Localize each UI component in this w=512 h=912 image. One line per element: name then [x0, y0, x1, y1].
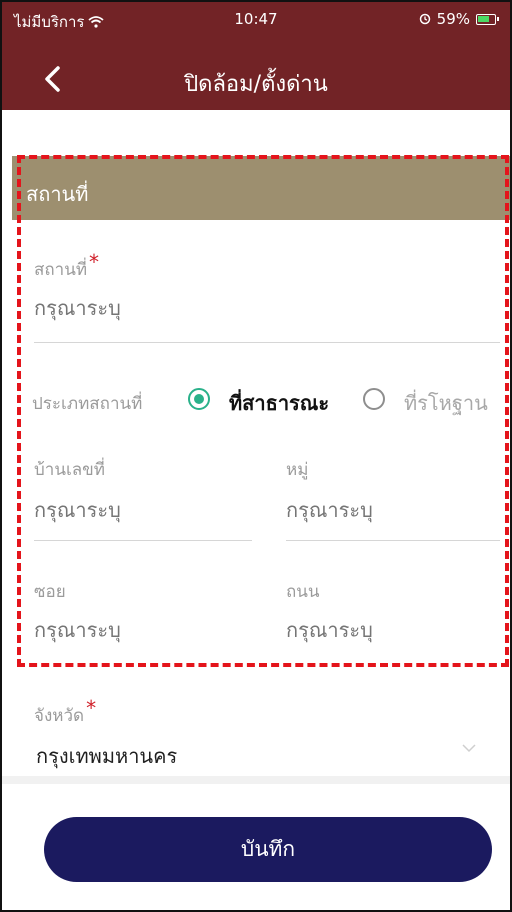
battery-icon — [476, 13, 499, 25]
place-label: สถานที่ * — [34, 250, 99, 283]
moo-input[interactable] — [286, 500, 496, 523]
save-button[interactable]: บันทึก — [44, 817, 492, 882]
app-screen: ไม่มีบริการ 10:47 59% ปิดล้อม/ตั้งด่าน ส… — [0, 0, 512, 912]
soi-label: ซอย — [34, 582, 66, 602]
radio-public[interactable] — [188, 388, 210, 410]
province-label-text: จังหวัด — [34, 706, 85, 726]
soi-input[interactable] — [34, 620, 244, 643]
required-mark: * — [86, 696, 97, 720]
radio-private[interactable] — [363, 388, 385, 410]
battery-status: 59% — [419, 10, 499, 28]
radio-private-label[interactable]: ที่รโหฐาน — [404, 387, 488, 419]
place-type-radio-group: ประเภทสถานที่ ที่สาธารณะ ที่รโหฐาน — [32, 388, 502, 418]
required-mark: * — [89, 250, 100, 274]
province-select[interactable]: กรุงเทพมหานคร — [36, 740, 177, 772]
road-label: ถนน — [286, 582, 320, 602]
house-no-underline — [34, 540, 252, 541]
section-header-place: สถานที่ — [12, 156, 510, 220]
road-input[interactable] — [286, 620, 496, 643]
alarm-icon — [419, 13, 430, 25]
place-type-label: ประเภทสถานที่ — [32, 394, 143, 414]
moo-underline — [286, 540, 500, 541]
radio-public-label[interactable]: ที่สาธารณะ — [229, 387, 329, 419]
place-input[interactable] — [34, 298, 494, 321]
house-no-label: บ้านเลขที่ — [34, 460, 106, 480]
place-label-text: สถานที่ — [34, 260, 88, 280]
top-bar: ไม่มีบริการ 10:47 59% ปิดล้อม/ตั้งด่าน — [2, 2, 510, 110]
page-title: ปิดล้อม/ตั้งด่าน — [184, 72, 328, 97]
province-label: จังหวัด * — [34, 696, 96, 729]
battery-percent: 59% — [436, 10, 470, 28]
place-underline — [34, 342, 500, 343]
chevron-down-icon[interactable] — [460, 742, 478, 754]
house-no-input[interactable] — [34, 500, 244, 523]
divider — [2, 776, 510, 784]
moo-label: หมู่ — [286, 460, 309, 480]
status-bar: ไม่มีบริการ 10:47 59% — [2, 2, 510, 36]
